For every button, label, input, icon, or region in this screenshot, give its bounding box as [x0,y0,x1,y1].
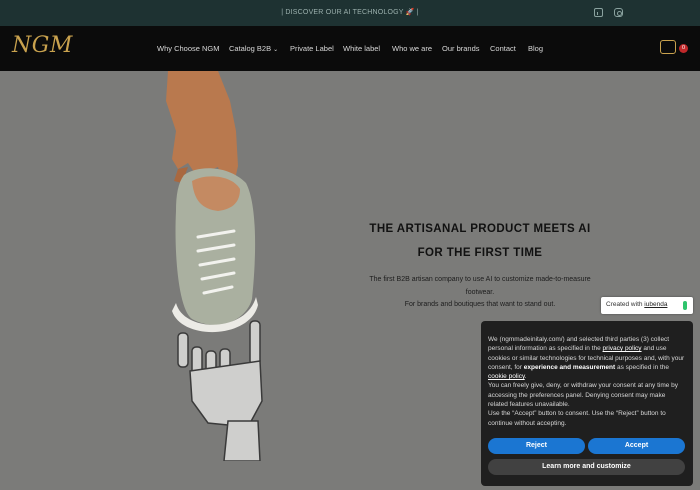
nav-catalog-b2b-label: Catalog B2B [229,44,272,53]
reject-button[interactable]: Reject [488,438,585,454]
nav-contact[interactable]: Contact [490,44,516,53]
hero-subtitle: The first B2B artisan company to use AI … [369,276,591,296]
linkedin-icon[interactable] [594,8,603,17]
iubenda-leaf-icon [683,301,687,310]
accept-button[interactable]: Accept [588,438,685,454]
cart-icon[interactable] [660,40,676,54]
hero-headline-line-1: THE ARTISANAL PRODUCT MEETS AI [369,223,591,235]
nav-who-we-are[interactable]: Who we are [392,44,432,53]
site-header: NGM Why Choose NGM Catalog B2B ⌄ Private … [0,26,700,71]
hero-shoe-robot-hand-image [166,71,263,461]
instagram-icon[interactable] [614,8,623,17]
iubenda-link[interactable]: iubenda [644,301,667,308]
nav-blog[interactable]: Blog [528,44,543,53]
nav-white-label[interactable]: White label [343,44,380,53]
cookie-text-3: Use the “Accept” button to consent. Use … [488,410,666,427]
cart-count-badge: 0 [679,44,688,53]
hero-headline-line-2: FOR THE FIRST TIME [417,247,543,259]
privacy-policy-link[interactable]: privacy policy [603,345,642,352]
hero-subtitle-2: For brands and boutiques that want to st… [404,301,556,308]
chevron-down-icon: ⌄ [273,47,279,53]
nav-catalog-b2b[interactable]: Catalog B2B ⌄ [229,44,278,53]
cookie-consent-banner: We (ngmmadeinitaly.com/) and selected th… [481,321,693,486]
learn-more-customize-button[interactable]: Learn more and customize [488,459,685,475]
nav-our-brands[interactable]: Our brands [442,44,480,53]
cookie-text-1d: . [524,373,527,381]
cookie-policy-link[interactable]: cookie policy [488,373,525,380]
announcement-bar: | DISCOVER OUR AI TECHNOLOGY 🚀 | [0,0,700,26]
nav-private-label[interactable]: Private Label [290,44,334,53]
cookie-text-bold: experience and measurement [523,363,616,371]
cookie-text-1: We (ngmmadeinitaly.com/) and selected th… [488,335,686,381]
cookie-text-1c: as specified in the [615,363,670,371]
iubenda-badge[interactable]: Created with iubenda [601,297,693,314]
nav-why-choose-ngm[interactable]: Why Choose NGM [157,44,220,53]
site-logo[interactable]: NGM [12,33,73,58]
cookie-text-2: You can freely give, deny, or withdraw y… [488,382,679,409]
iubenda-prefix: Created with [606,301,645,308]
